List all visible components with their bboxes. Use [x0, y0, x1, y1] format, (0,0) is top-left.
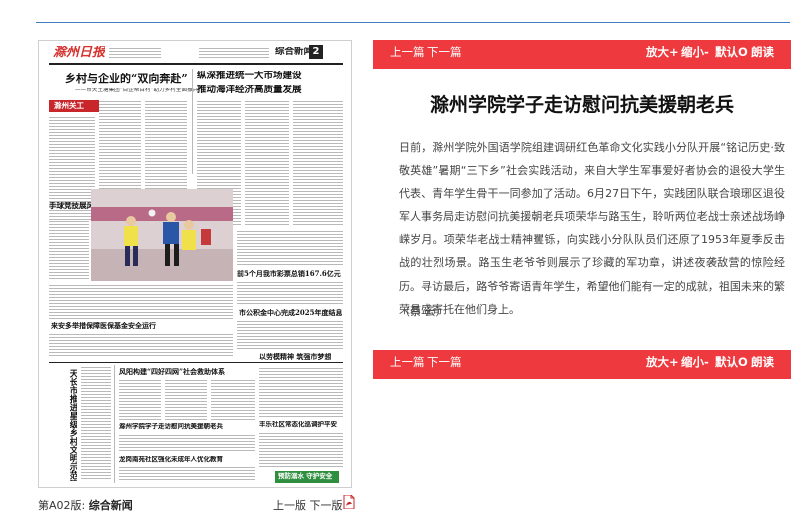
paper-ad-banner: 预防溺水 守护安全: [275, 471, 339, 483]
paper-lead-subtitle: ——市天王塘集团“百企帮百村”助力乡村全面振兴: [75, 88, 199, 93]
edition-label: 第A02版: 综合新闻: [38, 497, 133, 513]
zoom-in-button[interactable]: 放大+: [646, 46, 679, 59]
reset-zoom-button-bottom[interactable]: 默认O: [715, 356, 748, 369]
paper-right-text-5: [259, 433, 343, 467]
paper-masthead: 滁州日报: [53, 46, 106, 59]
paper-mid-text-2: [237, 282, 343, 306]
reset-zoom-button[interactable]: 默认O: [715, 46, 748, 59]
zoom-out-button[interactable]: 缩小-: [681, 46, 709, 59]
paper-center-text-3: [211, 380, 255, 420]
paper-right-text-4: [259, 368, 343, 418]
paper-header-info: [199, 48, 269, 58]
paper-page-number: 2: [309, 45, 323, 59]
article-author: （蔡 云）: [399, 305, 447, 318]
zoom-in-button-bottom[interactable]: 放大+: [646, 356, 679, 369]
paper-center-text-4: [119, 435, 255, 453]
paper-center-head-4: 龙岗南苑社区强化未成年人优化教育: [119, 456, 223, 463]
paper-left-text-2: [49, 285, 233, 319]
paper-right-title-2: 推动海洋经济高质量发展: [197, 85, 302, 95]
paper-center-text-5: [119, 467, 255, 481]
page-navigation: 上一版 下一版: [273, 497, 343, 513]
paper-col-divider-2: [114, 365, 115, 483]
paper-right-text-3: [293, 101, 343, 226]
handball-photo-illustration: [91, 189, 233, 281]
prev-article-link[interactable]: 上一篇: [390, 46, 425, 59]
edition-name: 综合新闻: [88, 499, 133, 512]
paper-vertical-headline: 天长市推进星级乡村文明示范建设: [68, 369, 77, 481]
paper-lead-title: 乡村与企业的“双向奔赴”: [65, 73, 188, 84]
paper-left-text-1: [49, 221, 89, 281]
read-aloud-button[interactable]: 朗读: [751, 46, 774, 59]
paper-center-text-2: [165, 380, 207, 420]
paper-mid-head-2: 市公积金中心完成2025年度结息: [239, 309, 343, 316]
paper-vertical-text: [81, 367, 111, 481]
paper-center-head-3: 滁州学院学子走访慰问抗美援朝老兵: [119, 423, 223, 430]
next-article-link[interactable]: 下一篇: [427, 46, 462, 59]
edition-prefix: 第A02版:: [38, 499, 86, 512]
paper-col-divider: [192, 69, 193, 174]
paper-left-text-3: [49, 334, 233, 358]
prev-page-link[interactable]: 上一版: [273, 499, 306, 512]
paper-right-text-2: [245, 101, 289, 226]
pdf-icon[interactable]: [343, 495, 355, 509]
top-divider: [36, 22, 790, 23]
paper-center-head-5: 丰乐社区常态化巡调护平安: [259, 421, 337, 428]
newspaper-page-thumbnail[interactable]: 滁州日报 综合新闻 2 乡村与企业的“双向奔赴” ——市天王塘集团“百企帮百村”…: [38, 40, 352, 488]
paper-mid-head-1: 前5个月我市彩票总销167.6亿元: [237, 270, 341, 277]
next-page-link[interactable]: 下一版: [310, 499, 343, 512]
paper-center-head-2: 以劳模精神 筑强市梦想: [259, 353, 332, 360]
paper-section-head: 来安多举措保障医保基金安全运行: [51, 322, 156, 329]
next-article-link-bottom[interactable]: 下一篇: [427, 356, 462, 369]
paper-mid-rule: [49, 362, 343, 363]
article-toolbar-bottom: 上一篇 下一篇 放大+ 缩小- 默认O 朗读: [373, 350, 791, 379]
paper-masthead-info: [109, 48, 161, 58]
paper-feature-label: 滁州关工: [49, 100, 99, 112]
read-aloud-button-bottom[interactable]: 朗读: [751, 356, 774, 369]
paper-center-head-1: 风阳构建“四好四网”社会救助体系: [119, 368, 226, 375]
paper-mid-text-1: [237, 231, 343, 267]
prev-article-link-bottom[interactable]: 上一篇: [390, 356, 425, 369]
paper-right-title-1: 纵深推进统一大市场建设: [197, 71, 302, 81]
article-title: 滁州学院学子走访慰问抗美援朝老兵: [429, 94, 734, 116]
paper-header-rule: [49, 63, 343, 65]
paper-section-name: 综合新闻: [275, 47, 314, 57]
paper-photo: [91, 189, 233, 281]
zoom-out-button-bottom[interactable]: 缩小-: [681, 356, 709, 369]
article-toolbar-top: 上一篇 下一篇 放大+ 缩小- 默认O 朗读: [373, 40, 791, 69]
paper-center-text-1: [119, 380, 161, 420]
paper-mid-text-3: [237, 321, 343, 349]
article-body: 日前，滁州学院外国语学院组建调研红色革命文化实践小分队开展“铭记历史·致敬英雄”…: [399, 141, 785, 316]
